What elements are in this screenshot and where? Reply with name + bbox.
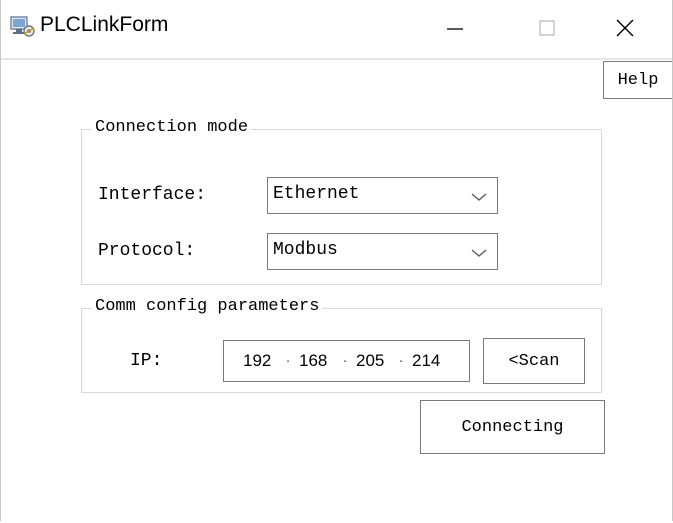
close-button[interactable] [597, 0, 653, 56]
protocol-label: Protocol: [98, 241, 196, 261]
chevron-down-icon [471, 245, 487, 257]
interface-label: Interface: [98, 185, 207, 205]
protocol-value: Modbus [273, 240, 338, 260]
ip-octet-1[interactable]: 192 [243, 351, 271, 371]
connect-button[interactable]: Connecting [420, 400, 605, 454]
ip-octet-3[interactable]: 205 [356, 351, 384, 371]
protocol-select[interactable]: Modbus [267, 233, 498, 270]
ip-separator: . [286, 349, 291, 366]
scan-button[interactable]: <Scan [483, 338, 585, 384]
maximize-button[interactable] [519, 0, 575, 56]
ip-separator: . [343, 349, 348, 366]
minimize-icon [447, 28, 463, 30]
help-button[interactable]: Help [603, 61, 672, 99]
ip-separator: . [399, 349, 404, 366]
ip-octet-4[interactable]: 214 [412, 351, 440, 371]
comm-config-title: Comm config parameters [92, 297, 323, 316]
ip-octet-2[interactable]: 168 [299, 351, 327, 371]
plc-app-icon [10, 15, 36, 39]
maximize-icon [539, 20, 555, 36]
close-icon [616, 19, 634, 37]
chevron-down-icon [471, 189, 487, 201]
ip-address-field[interactable]: 192 . 168 . 205 . 214 [223, 340, 470, 382]
minimize-button[interactable] [427, 0, 483, 56]
interface-value: Ethernet [273, 184, 360, 204]
connection-mode-title: Connection mode [92, 118, 252, 137]
title-bar[interactable]: PLCLinkForm [1, 0, 672, 58]
window-title: PLCLinkForm [40, 13, 169, 36]
ip-label: IP: [130, 351, 163, 371]
interface-select[interactable]: Ethernet [267, 177, 498, 214]
plc-link-window: PLCLinkForm Help Connection mode Interfa… [0, 0, 673, 523]
